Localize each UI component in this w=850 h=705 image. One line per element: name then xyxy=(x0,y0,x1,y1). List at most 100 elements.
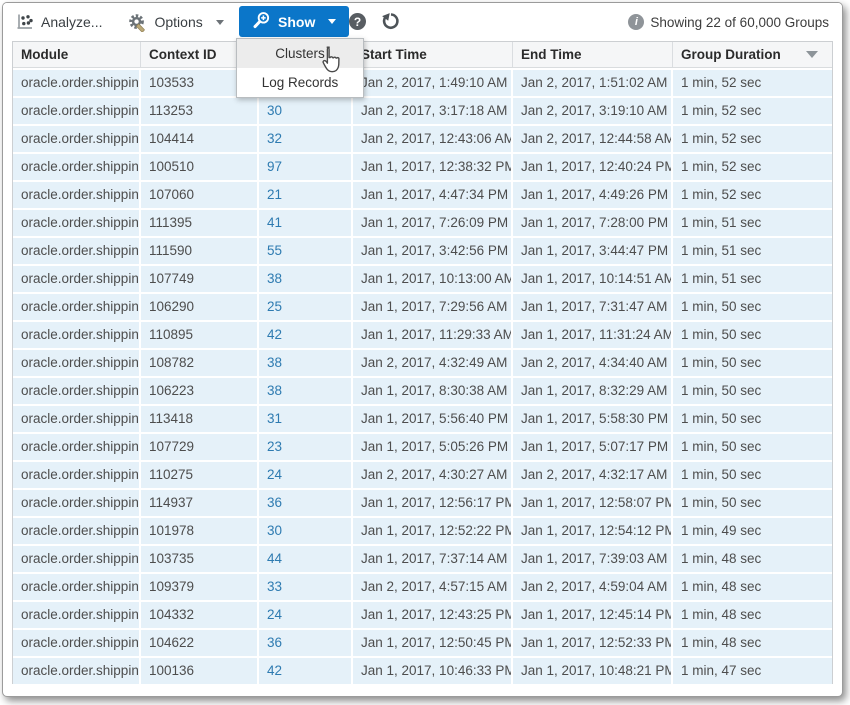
table-row[interactable]: oracle.order.shipping11159055Jan 1, 2017… xyxy=(13,238,832,264)
cell-context-id: 108782 xyxy=(141,350,259,376)
cell-end-time: Jan 1, 2017, 12:45:14 PM xyxy=(513,602,673,628)
cell-count-link[interactable]: 30 xyxy=(259,518,353,544)
table-row[interactable]: oracle.order.shipping10774938Jan 1, 2017… xyxy=(13,266,832,292)
table-row[interactable]: oracle.order.shipping10622338Jan 1, 2017… xyxy=(13,378,832,404)
cell-group-duration: 1 min, 51 sec xyxy=(673,210,832,236)
cell-end-time: Jan 1, 2017, 5:58:30 PM xyxy=(513,406,673,432)
cell-count-link[interactable]: 33 xyxy=(259,574,353,600)
table-row[interactable]: oracle.order.shipping10373544Jan 1, 2017… xyxy=(13,546,832,572)
help-button[interactable]: ? xyxy=(349,13,366,30)
cell-start-time: Jan 1, 2017, 5:05:26 PM xyxy=(353,434,513,460)
cell-count-link[interactable]: 25 xyxy=(259,294,353,320)
cell-group-duration: 1 min, 50 sec xyxy=(673,490,832,516)
table-row[interactable]: oracle.order.shipping103533Jan 2, 2017, … xyxy=(13,70,832,96)
cell-module: oracle.order.shipping xyxy=(13,70,141,96)
cell-module: oracle.order.shipping xyxy=(13,490,141,516)
column-header-module[interactable]: Module xyxy=(13,42,141,67)
analyze-button[interactable]: Analyze... xyxy=(16,13,102,31)
cell-group-duration: 1 min, 47 sec xyxy=(673,658,832,684)
cell-count-link[interactable]: 32 xyxy=(259,126,353,152)
table-row[interactable]: oracle.order.shipping10937933Jan 2, 2017… xyxy=(13,574,832,600)
cell-end-time: Jan 1, 2017, 12:52:33 PM xyxy=(513,630,673,656)
cell-start-time: Jan 1, 2017, 10:13:00 AM xyxy=(353,266,513,292)
cell-count-link[interactable]: 36 xyxy=(259,630,353,656)
cell-module: oracle.order.shipping xyxy=(13,98,141,124)
table-row[interactable]: oracle.order.shipping10706021Jan 1, 2017… xyxy=(13,182,832,208)
cell-count-link[interactable]: 36 xyxy=(259,490,353,516)
table-row[interactable]: oracle.order.shipping10051097Jan 1, 2017… xyxy=(13,154,832,180)
cell-count-link[interactable]: 55 xyxy=(259,238,353,264)
table-row[interactable]: oracle.order.shipping11089542Jan 1, 2017… xyxy=(13,322,832,348)
column-header-group-duration[interactable]: Group Duration xyxy=(673,42,832,67)
cell-end-time: Jan 1, 2017, 11:31:24 AM xyxy=(513,322,673,348)
cell-count-link[interactable]: 42 xyxy=(259,658,353,684)
refresh-icon xyxy=(381,12,400,34)
cell-count-link[interactable]: 23 xyxy=(259,434,353,460)
table-row[interactable]: oracle.order.shipping10878238Jan 2, 2017… xyxy=(13,350,832,376)
table-row[interactable]: oracle.order.shipping11493736Jan 1, 2017… xyxy=(13,490,832,516)
menu-item-clusters[interactable]: Clusters xyxy=(237,39,363,68)
cell-count-link[interactable]: 41 xyxy=(259,210,353,236)
cell-module: oracle.order.shipping xyxy=(13,210,141,236)
cell-start-time: Jan 1, 2017, 5:56:40 PM xyxy=(353,406,513,432)
cell-start-time: Jan 1, 2017, 12:43:25 PM xyxy=(353,602,513,628)
cell-count-link[interactable]: 44 xyxy=(259,546,353,572)
cell-module: oracle.order.shipping xyxy=(13,574,141,600)
menu-item-log-records[interactable]: Log Records xyxy=(237,68,363,97)
cell-group-duration: 1 min, 48 sec xyxy=(673,574,832,600)
cell-group-duration: 1 min, 48 sec xyxy=(673,630,832,656)
table-row[interactable]: oracle.order.shipping10462236Jan 1, 2017… xyxy=(13,630,832,656)
cell-count-link[interactable]: 38 xyxy=(259,378,353,404)
cell-group-duration: 1 min, 50 sec xyxy=(673,434,832,460)
sort-descending-icon[interactable] xyxy=(806,51,818,58)
status-text: Showing 22 of 60,000 Groups xyxy=(650,15,829,30)
gear-icon xyxy=(128,13,147,32)
cell-end-time: Jan 2, 2017, 4:59:04 AM xyxy=(513,574,673,600)
cell-group-duration: 1 min, 52 sec xyxy=(673,182,832,208)
cell-end-time: Jan 1, 2017, 4:49:26 PM xyxy=(513,182,673,208)
cell-end-time: Jan 1, 2017, 12:40:24 PM xyxy=(513,154,673,180)
options-button-label: Options xyxy=(154,14,202,30)
column-header-label: Module xyxy=(21,47,68,62)
cell-context-id: 107060 xyxy=(141,182,259,208)
cell-start-time: Jan 1, 2017, 7:26:09 PM xyxy=(353,210,513,236)
table-row[interactable]: oracle.order.shipping10197830Jan 1, 2017… xyxy=(13,518,832,544)
table-row[interactable]: oracle.order.shipping10013642Jan 1, 2017… xyxy=(13,658,832,684)
cell-context-id: 114937 xyxy=(141,490,259,516)
cell-end-time: Jan 1, 2017, 8:32:29 AM xyxy=(513,378,673,404)
info-icon: i xyxy=(628,14,644,30)
cell-start-time: Jan 2, 2017, 4:57:15 AM xyxy=(353,574,513,600)
column-header-end-time[interactable]: End Time xyxy=(513,42,673,67)
cell-start-time: Jan 1, 2017, 11:29:33 AM xyxy=(353,322,513,348)
table-row[interactable]: oracle.order.shipping10433224Jan 1, 2017… xyxy=(13,602,832,628)
show-dropdown-menu: Clusters Log Records xyxy=(236,38,364,98)
cell-context-id: 101978 xyxy=(141,518,259,544)
table-row[interactable]: oracle.order.shipping10629025Jan 1, 2017… xyxy=(13,294,832,320)
cell-start-time: Jan 1, 2017, 12:38:32 PM xyxy=(353,154,513,180)
cell-count-link[interactable]: 24 xyxy=(259,462,353,488)
cell-count-link[interactable]: 30 xyxy=(259,98,353,124)
table-row[interactable]: oracle.order.shipping10772923Jan 1, 2017… xyxy=(13,434,832,460)
cell-count-link[interactable]: 38 xyxy=(259,350,353,376)
cell-count-link[interactable]: 31 xyxy=(259,406,353,432)
options-button[interactable]: Options xyxy=(128,13,223,32)
cell-end-time: Jan 1, 2017, 7:39:03 AM xyxy=(513,546,673,572)
table-row[interactable]: oracle.order.shipping11139541Jan 1, 2017… xyxy=(13,210,832,236)
cell-context-id: 110275 xyxy=(141,462,259,488)
cell-count-link[interactable]: 97 xyxy=(259,154,353,180)
table-row[interactable]: oracle.order.shipping10441432Jan 2, 2017… xyxy=(13,126,832,152)
table-row[interactable]: oracle.order.shipping11341831Jan 1, 2017… xyxy=(13,406,832,432)
table-row[interactable]: oracle.order.shipping11325330Jan 2, 2017… xyxy=(13,98,832,124)
help-icon: ? xyxy=(349,13,366,30)
cell-count-link[interactable]: 24 xyxy=(259,602,353,628)
show-button[interactable]: Show xyxy=(239,6,349,37)
cell-count-link[interactable]: 21 xyxy=(259,182,353,208)
cell-count-link[interactable]: 38 xyxy=(259,266,353,292)
cell-group-duration: 1 min, 48 sec xyxy=(673,546,832,572)
cell-module: oracle.order.shipping xyxy=(13,238,141,264)
cell-context-id: 104414 xyxy=(141,126,259,152)
column-header-start-time[interactable]: Start Time xyxy=(353,42,513,67)
refresh-button[interactable] xyxy=(381,12,400,34)
table-row[interactable]: oracle.order.shipping11027524Jan 2, 2017… xyxy=(13,462,832,488)
cell-count-link[interactable]: 42 xyxy=(259,322,353,348)
